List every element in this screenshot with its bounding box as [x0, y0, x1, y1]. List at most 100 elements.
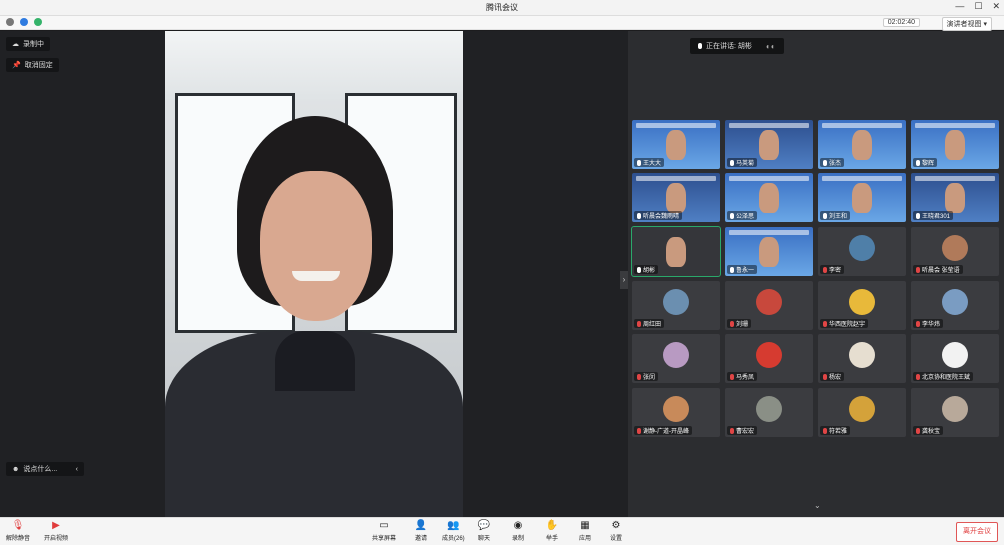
participant-tile[interactable]: 杨宏: [818, 334, 906, 383]
add-user-icon: 👤: [414, 520, 428, 531]
window-controls: — ☐ ✕: [955, 1, 1000, 12]
mic-icon: [916, 212, 920, 219]
participant-tile[interactable]: 公泽思: [725, 173, 813, 222]
participant-tile[interactable]: 刘珊: [725, 281, 813, 330]
participant-tile[interactable]: 张闵: [632, 334, 720, 383]
participant-tile[interactable]: 听晨会 张莹语: [911, 227, 999, 276]
collapse-gallery-button[interactable]: ›: [620, 271, 628, 289]
virtual-background-banner: [822, 176, 902, 181]
minimize-icon[interactable]: —: [955, 1, 964, 12]
avatar: [756, 289, 782, 315]
participant-name-tag: 龚秋宝: [913, 426, 944, 435]
participant-tile[interactable]: 北京协和医院王斌: [911, 334, 999, 383]
participant-tile[interactable]: 胡彬: [631, 226, 721, 277]
speaker-collar: [275, 331, 355, 391]
record-label: 录制: [512, 536, 525, 542]
participant-tile[interactable]: 符若雅: [818, 388, 906, 437]
avatar: [756, 396, 782, 422]
participant-tile[interactable]: 鲁永一: [725, 227, 813, 276]
participant-name-tag: 黎辉: [913, 158, 938, 167]
participant-tile[interactable]: 马英菊: [725, 120, 813, 169]
participant-tile[interactable]: 王大大: [632, 120, 720, 169]
participant-name: 符若雅: [829, 429, 848, 435]
participant-name-tag: 周红田: [634, 319, 665, 328]
mic-muted-icon: [730, 373, 734, 380]
record-button[interactable]: ◉ 录制: [512, 520, 524, 542]
start-video-button[interactable]: ▶ 开启视频: [44, 520, 68, 542]
participant-name-tag: 北京协和医院王斌: [913, 372, 974, 381]
chevron-down-icon[interactable]: ⌄: [814, 501, 821, 510]
invite-button[interactable]: 👤 邀请: [415, 520, 427, 542]
leave-meeting-button[interactable]: 离开会议: [956, 522, 998, 542]
info-icon[interactable]: [6, 18, 14, 26]
participant-name: 公泽思: [736, 214, 755, 220]
participant-name-tag: 马英菊: [727, 158, 758, 167]
participant-tile[interactable]: 龚秋宝: [911, 388, 999, 437]
participant-tile[interactable]: 马秀凤: [725, 334, 813, 383]
participant-name-tag: 李华炜: [913, 319, 944, 328]
participant-video: [759, 130, 779, 160]
chat-input[interactable]: ☻ 说点什么... ‹: [6, 462, 84, 476]
mic-muted-icon: [730, 320, 734, 327]
participant-name: 王晓君301: [922, 214, 951, 220]
share-screen-button[interactable]: ▭ 共享屏幕: [372, 520, 396, 542]
unpin-button[interactable]: 📌 取消固定: [6, 58, 59, 72]
participant-tile[interactable]: 李密: [818, 227, 906, 276]
virtual-background-banner: [636, 123, 716, 128]
virtual-background-banner: [729, 123, 809, 128]
title-bar: 腾讯会议 — ☐ ✕: [0, 0, 1004, 16]
main-speaker-video[interactable]: [165, 31, 463, 517]
pin-icon: 📌: [12, 62, 21, 69]
speaking-label: 正在讲话: 胡彬: [706, 43, 752, 50]
raise-hand-button[interactable]: ✋ 举手: [546, 520, 558, 542]
mic-muted-icon: [823, 373, 827, 380]
close-icon[interactable]: ✕: [992, 1, 1000, 12]
participant-tile[interactable]: 曹宏宏: [725, 388, 813, 437]
settings-button[interactable]: ⚙ 设置: [610, 520, 622, 542]
avatar: [663, 289, 689, 315]
participant-name-tag: 公泽思: [727, 211, 758, 220]
invite-label: 邀请: [415, 536, 428, 542]
mic-icon: [730, 266, 734, 273]
mic-muted-icon: [637, 427, 641, 434]
view-mode-button[interactable]: 演讲者视图 ▾: [941, 17, 992, 31]
participant-tile[interactable]: 王晓君301: [911, 173, 999, 222]
members-button[interactable]: 👥 成员(26): [442, 520, 465, 542]
participant-tile[interactable]: 听晨会魏雨晴: [632, 173, 720, 222]
avatar: [942, 396, 968, 422]
participant-tile[interactable]: 李华炜: [911, 281, 999, 330]
avatar: [663, 396, 689, 422]
participant-tile[interactable]: 黎辉: [911, 120, 999, 169]
hand-icon: ✋: [545, 520, 559, 531]
shield-icon[interactable]: [20, 18, 28, 26]
chat-button[interactable]: 💬 聊天: [478, 520, 490, 542]
participant-tile[interactable]: 华西医院赵宇: [818, 281, 906, 330]
participant-video: [945, 183, 965, 213]
signal-icon[interactable]: [34, 18, 42, 26]
participant-video: [666, 130, 686, 160]
participant-tile[interactable]: 张杰: [818, 120, 906, 169]
virtual-background-banner: [729, 176, 809, 181]
speaking-indicator: 正在讲话: 胡彬 ◐◐: [690, 38, 784, 54]
recording-indicator[interactable]: ☁ 录制中: [6, 37, 50, 51]
settings-label: 设置: [610, 536, 623, 542]
speaker-smile: [292, 271, 340, 281]
mic-icon: [637, 159, 641, 166]
video-off-icon: ▶: [52, 520, 60, 531]
participant-video: [666, 183, 686, 213]
apps-label: 应用: [579, 536, 592, 542]
participant-name: 李华炜: [922, 322, 941, 328]
participant-tile[interactable]: 谢静-广道-开晶峰: [632, 388, 720, 437]
participant-tile[interactable]: 周红田: [632, 281, 720, 330]
participant-video: [759, 183, 779, 213]
meeting-timer: 02:02:40: [882, 18, 920, 27]
mic-icon: [698, 43, 702, 49]
participant-name-tag: 刘珊: [727, 319, 752, 328]
apps-button[interactable]: ▦ 应用: [579, 520, 591, 542]
participant-tile[interactable]: 刘王和: [818, 173, 906, 222]
chevron-left-icon[interactable]: ‹: [76, 466, 78, 473]
maximize-icon[interactable]: ☐: [974, 1, 982, 12]
camera-icon[interactable]: ◐◐: [766, 42, 776, 51]
virtual-background-banner: [822, 123, 902, 128]
unmute-button[interactable]: 🎙 解除静音: [6, 520, 30, 542]
